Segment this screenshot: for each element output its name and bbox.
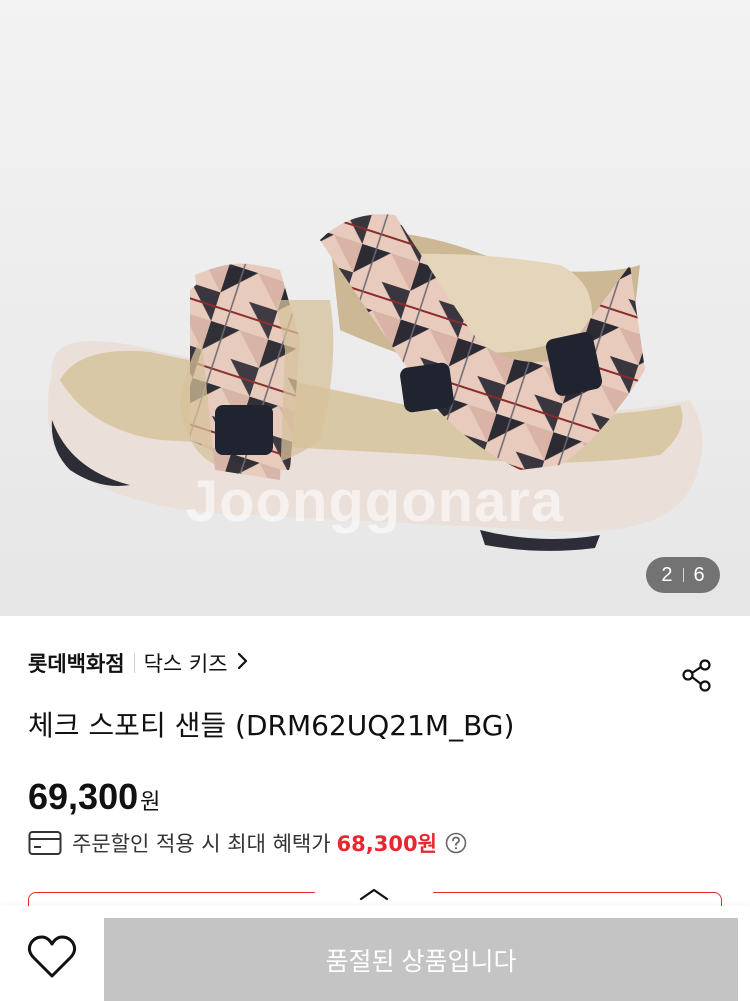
brand-breadcrumb: 롯데백화점 닥스 키즈 [28,648,250,678]
category-link[interactable]: 닥스 키즈 [144,648,228,678]
benefit-price-row: 주문할인 적용 시 최대 혜택가 68,300원 [28,828,467,858]
product-image-gallery[interactable]: Joonggonara 2 6 [0,0,750,616]
question-circle-icon[interactable] [445,832,467,854]
image-counter-divider [682,568,684,582]
chevron-right-icon[interactable] [236,652,250,675]
product-title: 체크 스포티 샌들 (DRM62UQ21M_BG) [28,709,515,742]
soldout-button[interactable]: 품절된 상품입니다 [104,918,738,1001]
price-row: 69,300 원 [28,776,160,818]
heart-outline-icon [27,935,77,978]
share-button[interactable] [680,658,714,692]
benefit-price: 68,300원 [336,832,437,856]
wish-button[interactable] [26,934,78,980]
watermark: Joonggonara [185,469,565,534]
breadcrumb-divider [133,653,135,673]
product-price: 69,300 [28,776,139,817]
brand-link[interactable]: 롯데백화점 [28,648,125,678]
image-counter-current: 2 [661,563,673,586]
credit-card-icon [28,831,62,855]
benefit-label: 주문할인 적용 시 최대 혜택가 [72,832,331,856]
share-icon [682,659,711,692]
image-counter: 2 6 [646,557,720,593]
chevron-up-icon [359,888,389,901]
image-counter-total: 6 [693,563,705,586]
price-currency: 원 [140,790,161,815]
